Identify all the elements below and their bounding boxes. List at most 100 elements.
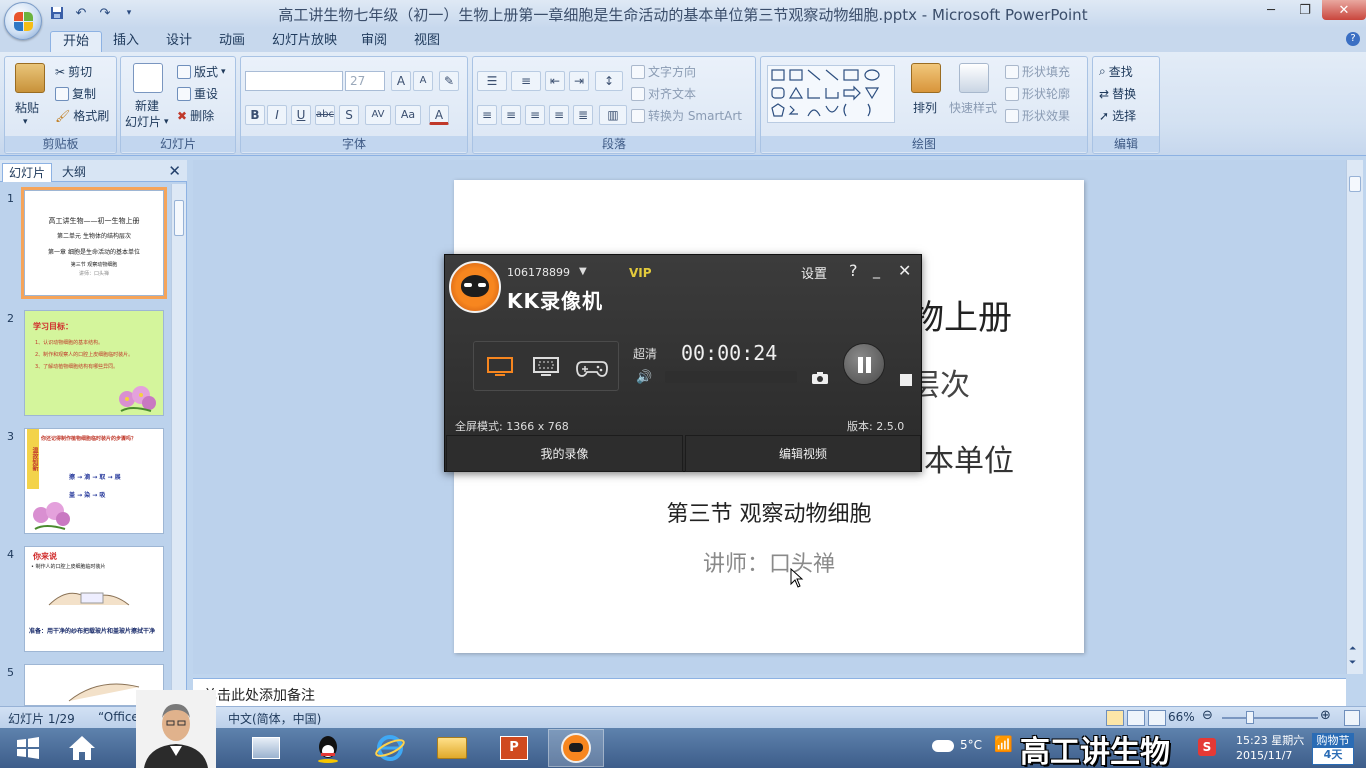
clear-formatting-icon[interactable]: ✎ <box>439 71 459 91</box>
increase-indent-icon[interactable]: ⇥ <box>569 71 589 91</box>
help-button[interactable]: ? <box>849 261 858 280</box>
qq-icon[interactable] <box>300 729 356 767</box>
reset-button[interactable]: 重设 <box>177 85 218 102</box>
line-spacing-icon[interactable]: ↕ <box>595 71 623 91</box>
paste-dropdown-icon[interactable]: ▾ <box>23 117 28 127</box>
slide-preview[interactable]: 高工讲生物——初一生物上册 第二单元 生物体的结构层次 第一章 细胞是生命活动的… <box>21 187 167 299</box>
slides-pane-scrollbar[interactable] <box>171 184 186 706</box>
text-direction-button[interactable]: 文字方向 <box>631 63 696 80</box>
file-explorer-icon[interactable] <box>424 729 480 767</box>
language-indicator[interactable]: 中文(简体，中国) <box>228 710 321 727</box>
font-size-combo[interactable]: 27 <box>345 71 385 91</box>
monitor-app-icon[interactable] <box>238 729 294 767</box>
minimize-icon[interactable]: _ <box>873 263 880 279</box>
restore-icon[interactable]: ❐ <box>1288 0 1322 20</box>
delete-slide-button[interactable]: ✖ 删除 <box>177 107 214 124</box>
ie-browser-icon[interactable] <box>362 729 418 767</box>
scrollbar-thumb[interactable] <box>1349 176 1361 192</box>
slide-sorter-view-icon[interactable] <box>1127 710 1145 726</box>
select-button[interactable]: ➚ 选择 <box>1099 107 1136 124</box>
underline-icon[interactable]: U <box>291 105 311 125</box>
new-slide-dropdown[interactable]: 幻灯片 ▾ <box>125 113 169 130</box>
paste-button[interactable]: 粘贴 <box>15 99 39 116</box>
slide-area-scrollbar[interactable]: ⏶ ⏷ <box>1346 160 1363 674</box>
slide-preview[interactable]: 你来说 • 制作人的口腔上皮细胞临时装片 准备：用干净的纱布把载玻片和盖玻片擦拭… <box>24 546 164 652</box>
zoom-out-icon[interactable]: ⊖ <box>1202 708 1213 723</box>
shape-outline-button[interactable]: 形状轮廓 <box>1005 85 1070 102</box>
pause-button[interactable] <box>843 343 885 385</box>
vip-badge[interactable]: VIP <box>629 266 652 280</box>
shadow-icon[interactable]: S <box>339 105 359 125</box>
slide-preview[interactable]: 温故知新 你还记得制作植物细胞临时装片的步骤吗？ 擦 → 滴 → 取 → 展 盖… <box>24 428 164 534</box>
align-left-icon[interactable]: ≡ <box>477 105 497 125</box>
quality-selector[interactable]: 超清 <box>633 345 657 362</box>
weather-temperature[interactable]: 5°C <box>960 738 982 752</box>
close-icon[interactable]: ✕ <box>1322 0 1366 20</box>
arrange-icon[interactable] <box>911 63 941 93</box>
camera-icon[interactable] <box>811 371 829 385</box>
new-slide-icon[interactable] <box>133 63 163 93</box>
numbering-icon[interactable]: ≡ <box>511 71 541 91</box>
bullets-icon[interactable]: ☰ <box>477 71 507 91</box>
tab-insert[interactable]: 插入 <box>101 31 151 52</box>
decrease-indent-icon[interactable]: ⇤ <box>545 71 565 91</box>
powerpoint-taskbar-icon[interactable]: P <box>486 729 542 767</box>
normal-view-icon[interactable] <box>1106 710 1124 726</box>
kk-recorder-taskbar-icon[interactable] <box>548 729 604 767</box>
tab-outline[interactable]: 大纲 <box>56 163 92 182</box>
tab-slides[interactable]: 幻灯片 <box>2 163 53 182</box>
system-clock[interactable]: 15:23 星期六 2015/11/7 <box>1236 733 1304 763</box>
stop-icon[interactable] <box>900 374 912 386</box>
slide-preview[interactable]: 学习目标： 1、认识动物细胞的基本结构。 2、制作和观察人的口腔上皮细胞临时装片… <box>24 310 164 416</box>
settings-button[interactable]: 设置 <box>801 263 827 282</box>
game-mode-icon[interactable] <box>576 356 608 378</box>
help-icon[interactable]: ? <box>1346 32 1360 46</box>
align-right-icon[interactable]: ≡ <box>525 105 545 125</box>
distributed-icon[interactable]: ≣ <box>573 105 593 125</box>
paste-icon[interactable] <box>15 63 45 93</box>
tab-review[interactable]: 审阅 <box>349 31 399 52</box>
grow-font-icon[interactable]: A <box>391 71 411 91</box>
italic-icon[interactable]: I <box>267 105 287 125</box>
cut-button[interactable]: ✂ 剪切 <box>55 63 92 80</box>
prev-slide-icon[interactable]: ⏶ <box>1349 644 1356 654</box>
copy-button[interactable]: 复制 <box>55 85 96 102</box>
replace-button[interactable]: ⇄ 替换 <box>1099 85 1136 102</box>
my-recordings-button[interactable]: 我的录像 <box>446 435 683 472</box>
tab-view[interactable]: 视图 <box>402 31 452 52</box>
justify-icon[interactable]: ≡ <box>549 105 569 125</box>
tab-animations[interactable]: 动画 <box>207 31 257 52</box>
fullscreen-mode-icon[interactable] <box>486 356 514 378</box>
align-center-icon[interactable]: ≡ <box>501 105 521 125</box>
align-text-button[interactable]: 对齐文本 <box>631 85 696 102</box>
find-button[interactable]: ⌕ 查找 <box>1099 63 1133 80</box>
next-slide-icon[interactable]: ⏷ <box>1349 658 1356 668</box>
shopping-festival-badge[interactable]: 购物节 4天 <box>1312 733 1354 765</box>
home-icon[interactable] <box>54 729 110 767</box>
notes-pane[interactable]: 单击此处添加备注 <box>193 678 1346 706</box>
office-button[interactable] <box>4 2 42 40</box>
edit-video-button[interactable]: 编辑视频 <box>685 435 921 472</box>
bold-icon[interactable]: B <box>245 105 265 125</box>
shape-effects-button[interactable]: 形状效果 <box>1005 107 1070 124</box>
quick-styles-icon[interactable] <box>959 63 989 93</box>
minimize-icon[interactable]: ─ <box>1254 0 1288 20</box>
convert-smartart-button[interactable]: 转换为 SmartArt <box>631 107 742 124</box>
shrink-font-icon[interactable]: A <box>413 71 433 91</box>
arrange-button[interactable]: 排列 <box>913 99 937 116</box>
shapes-gallery[interactable] <box>767 65 895 123</box>
format-painter-button[interactable]: 🖌 格式刷 <box>55 107 109 124</box>
account-dropdown-icon[interactable]: ▼ <box>579 266 587 277</box>
change-case-icon[interactable]: Aa <box>395 105 421 125</box>
strikethrough-icon[interactable]: abc <box>315 105 335 125</box>
shape-fill-button[interactable]: 形状填充 <box>1005 63 1070 80</box>
wifi-icon[interactable]: 📶 <box>994 735 1013 753</box>
char-spacing-icon[interactable]: AV <box>365 105 391 125</box>
zoom-level[interactable]: 66% <box>1168 710 1195 724</box>
slideshow-view-icon[interactable] <box>1148 710 1166 726</box>
zoom-in-icon[interactable]: ⊕ <box>1320 708 1331 723</box>
zoom-slider-thumb[interactable] <box>1246 711 1254 724</box>
tab-design[interactable]: 设计 <box>154 31 204 52</box>
quick-styles-button[interactable]: 快速样式 <box>949 99 997 116</box>
close-icon[interactable]: ✕ <box>898 261 911 280</box>
